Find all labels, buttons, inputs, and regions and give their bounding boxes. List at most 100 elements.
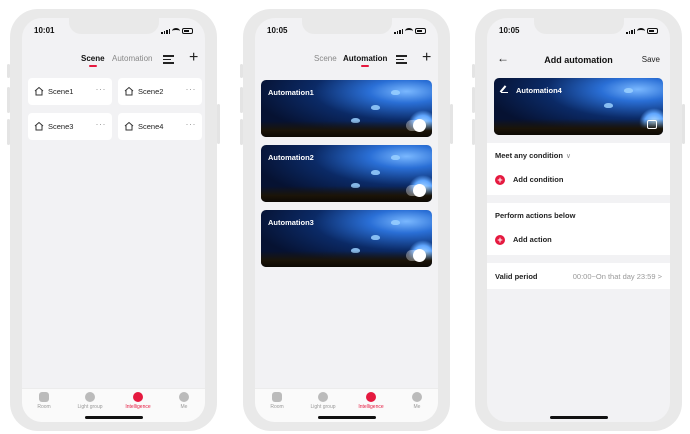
home-icon: [34, 121, 44, 131]
side-button: [7, 87, 10, 113]
signal-icon: [161, 29, 170, 34]
butterfly: [371, 105, 380, 110]
tab-automation[interactable]: Automation: [343, 54, 387, 63]
screen: 10:05 Scene Automation + Automation1 Aut…: [255, 18, 438, 422]
nav-me[interactable]: Me: [397, 392, 437, 410]
more-icon[interactable]: ···: [96, 119, 107, 129]
automation-toggle[interactable]: [406, 184, 426, 197]
home-icon: [124, 86, 134, 96]
header: ← Add automation Save: [487, 51, 670, 68]
nav-label: Room: [270, 404, 284, 410]
intelligence-icon: [366, 392, 376, 402]
add-scene-button[interactable]: +: [189, 50, 198, 66]
more-icon[interactable]: ···: [186, 119, 197, 129]
condition-header[interactable]: Meet any condition ∨: [495, 151, 571, 160]
more-icon[interactable]: ···: [96, 84, 107, 94]
valid-period-label: Valid period: [495, 272, 538, 281]
nav-label: Intelligence: [125, 404, 151, 410]
tab-scene[interactable]: Scene: [314, 54, 337, 63]
status-bar: 10:05: [255, 26, 438, 38]
scene-label: Scene2: [138, 87, 164, 96]
more-icon[interactable]: ···: [186, 84, 197, 94]
side-button: [7, 64, 10, 78]
top-tabs: Scene Automation: [22, 54, 205, 68]
edit-icon[interactable]: [501, 86, 508, 93]
nav-label: Room: [37, 404, 51, 410]
add-action-button[interactable]: + Add action: [495, 235, 552, 246]
light-group-icon: [85, 392, 95, 402]
add-automation-button[interactable]: +: [422, 50, 431, 66]
intelligence-icon: [133, 392, 143, 402]
condition-header-label: Meet any condition: [495, 151, 563, 160]
butterfly: [371, 170, 380, 175]
nav-label: Light group: [310, 404, 336, 410]
butterfly: [604, 103, 613, 108]
tab-automation[interactable]: Automation: [112, 54, 152, 63]
side-button: [240, 64, 243, 78]
butterfly: [624, 88, 633, 93]
status-bar: 10:01: [22, 26, 205, 38]
nav-label: Light group: [77, 404, 103, 410]
scene-card[interactable]: Scene3 ···: [28, 113, 112, 140]
ground: [494, 119, 663, 135]
side-button: [7, 119, 10, 145]
status-time: 10:05: [499, 26, 520, 35]
side-button: [240, 119, 243, 145]
home-indicator: [84, 416, 143, 419]
scene-card[interactable]: Scene2 ···: [118, 78, 202, 105]
side-button: [682, 104, 685, 144]
automation-toggle[interactable]: [406, 119, 426, 132]
image-icon[interactable]: [647, 120, 657, 129]
plus-icon: +: [495, 175, 505, 186]
light-group-icon: [318, 392, 328, 402]
bottom-nav: Room Light group Intelligence Me: [22, 388, 205, 422]
signal-icon: [626, 29, 635, 34]
phone-scene: 10:01 Scene Automation + Scene1 ··· Scen…: [7, 9, 220, 431]
automation-title: Automation3: [268, 218, 314, 227]
automation-name: Automation4: [516, 86, 562, 95]
side-button: [472, 87, 475, 113]
nav-intelligence[interactable]: Intelligence: [118, 392, 158, 410]
home-indicator: [549, 416, 608, 419]
actions-header: Perform actions below: [495, 211, 576, 220]
sort-icon[interactable]: [396, 55, 407, 64]
butterfly: [391, 155, 400, 160]
side-button: [217, 104, 220, 144]
butterfly: [391, 220, 400, 225]
nav-intelligence[interactable]: Intelligence: [351, 392, 391, 410]
automation-banner[interactable]: Automation4: [494, 78, 663, 135]
scene-card[interactable]: Scene1 ···: [28, 78, 112, 105]
automation-card[interactable]: Automation3: [261, 210, 432, 267]
nav-light-group[interactable]: Light group: [303, 392, 343, 410]
screen: 10:01 Scene Automation + Scene1 ··· Scen…: [22, 18, 205, 422]
nav-room[interactable]: Room: [24, 392, 64, 410]
battery-icon: [415, 28, 426, 34]
nav-room[interactable]: Room: [257, 392, 297, 410]
butterfly: [391, 90, 400, 95]
bottom-nav: Room Light group Intelligence Me: [255, 388, 438, 422]
nav-light-group[interactable]: Light group: [70, 392, 110, 410]
wifi-icon: [405, 28, 413, 34]
side-button: [472, 119, 475, 145]
tab-scene[interactable]: Scene: [81, 54, 105, 63]
status-icons: [161, 28, 193, 34]
nav-me[interactable]: Me: [164, 392, 204, 410]
sort-icon[interactable]: [163, 55, 174, 64]
add-condition-button[interactable]: + Add condition: [495, 175, 564, 186]
actions-section: Perform actions below + Add action: [487, 203, 670, 255]
valid-period-row[interactable]: Valid period 00:00~On that day 23:59 >: [487, 263, 670, 289]
automation-card[interactable]: Automation1: [261, 80, 432, 137]
me-icon: [412, 392, 422, 402]
room-icon: [272, 392, 282, 402]
signal-icon: [394, 29, 403, 34]
save-button[interactable]: Save: [642, 55, 660, 64]
battery-icon: [647, 28, 658, 34]
phone-automation: 10:05 Scene Automation + Automation1 Aut…: [240, 9, 453, 431]
automation-toggle[interactable]: [406, 249, 426, 262]
add-condition-label: Add condition: [513, 175, 564, 184]
status-icons: [394, 28, 426, 34]
scene-card[interactable]: Scene4 ···: [118, 113, 202, 140]
automation-card[interactable]: Automation2: [261, 145, 432, 202]
chevron-right-icon: >: [657, 272, 662, 281]
plus-icon: +: [495, 235, 505, 246]
